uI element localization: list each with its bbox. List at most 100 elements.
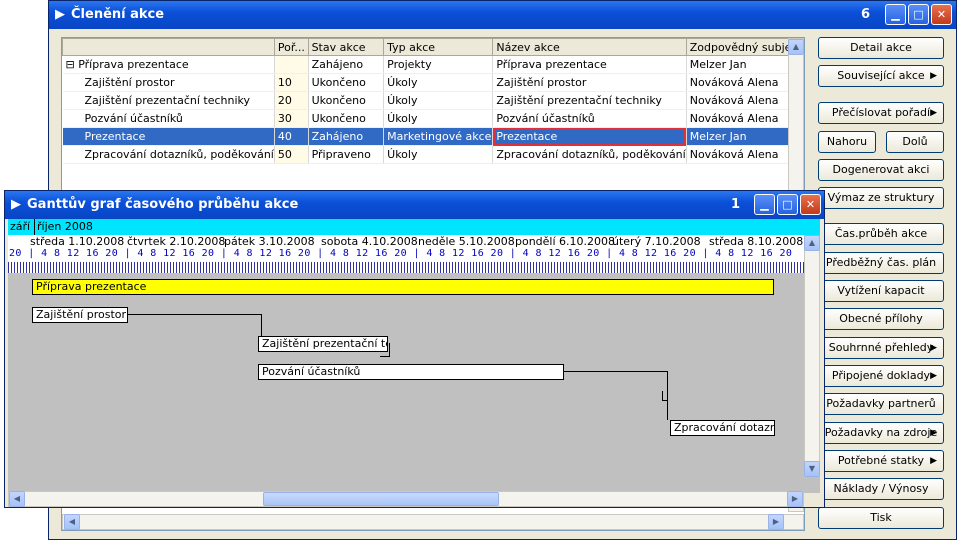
- remove-button[interactable]: Výmaz ze struktury: [818, 187, 944, 209]
- row-owner: Nováková Alena: [686, 109, 805, 128]
- row-order: 40: [274, 127, 309, 146]
- partners-button[interactable]: Požadavky partnerů: [818, 393, 944, 415]
- gantt-bar-summary[interactable]: Příprava prezentace: [32, 279, 774, 295]
- row-owner: Melzer Jan: [686, 127, 805, 146]
- main-window-title: Členění akce: [71, 7, 165, 22]
- maximize-icon[interactable]: □: [777, 194, 798, 215]
- gantt-bar[interactable]: Pozvání účastníků: [258, 364, 564, 380]
- day-header: středa 1.10.2008 čtvrtek 2.10.2008 pátek…: [8, 235, 820, 248]
- close-icon[interactable]: ✕: [800, 194, 821, 215]
- row-type: Úkoly: [383, 145, 494, 164]
- time-ruler: [8, 262, 820, 273]
- resources-button[interactable]: Požadavky na zdroje ▶: [818, 422, 944, 444]
- submenu-arrow-icon: ▶: [930, 428, 937, 438]
- row-title[interactable]: Prezentace: [492, 127, 687, 146]
- attachments-button[interactable]: Obecné přílohy: [818, 308, 944, 330]
- gantt-bar[interactable]: Zajištění prezentační tech: [258, 336, 388, 352]
- column-header[interactable]: Název akce: [492, 38, 687, 56]
- collapse-icon[interactable]: ⊟: [66, 58, 75, 71]
- row-type: Marketingové akce: [383, 127, 494, 146]
- row-name: Příprava prezentace: [78, 58, 189, 71]
- column-header[interactable]: Poř...: [273, 38, 309, 56]
- gantt-window: ▶ Ganttův graf časového průběhu akce 1 ▁…: [4, 190, 825, 508]
- row-type: Projekty: [383, 55, 494, 74]
- column-header[interactable]: Stav akce: [307, 38, 385, 56]
- day-label: čtvrtek 2.10.2008: [127, 235, 226, 248]
- table-row[interactable]: Zajištění prezentační techniky 20 Ukonče…: [62, 91, 805, 110]
- prelim-plan-button[interactable]: Předběžný čas. plán: [818, 252, 944, 274]
- hour-header: 20 | 4 8 12 16 20 | 4 8 12 16 20 | 4 8 1…: [8, 248, 820, 262]
- scrollbar-thumb[interactable]: [263, 492, 499, 506]
- scroll-up-icon[interactable]: ▲: [804, 235, 820, 251]
- row-name: Zajištění prostor: [62, 73, 275, 92]
- day-label: neděle 5.10.2008: [418, 235, 515, 248]
- row-owner: Melzer Jan: [686, 55, 805, 74]
- month-label: říjen 2008: [37, 220, 93, 233]
- row-name: Zajištění prezentační techniky: [62, 91, 275, 110]
- summary-button[interactable]: Souhrnné přehledy ▶: [818, 337, 944, 359]
- capacity-button[interactable]: Vytížení kapacit: [818, 280, 944, 302]
- goods-button-label: Potřebné statky: [837, 454, 925, 467]
- scroll-down-icon[interactable]: ▼: [804, 461, 820, 477]
- column-header[interactable]: [62, 38, 275, 56]
- up-button-label: Nahoru: [826, 135, 868, 148]
- row-name: Zpracování dotazníků, poděkování: [62, 145, 275, 164]
- dependency-line: [380, 343, 390, 357]
- window-menu-icon[interactable]: ▶: [55, 7, 65, 22]
- row-title: Zajištění prostor: [492, 73, 687, 92]
- gantt-bar[interactable]: Zajištění prostor: [32, 307, 128, 323]
- down-button[interactable]: Dolů: [886, 131, 944, 153]
- table-row[interactable]: Zpracování dotazníků, poděkování 50 Přip…: [62, 145, 805, 164]
- summary-button-label: Souhrnné přehledy: [828, 341, 934, 354]
- detail-button[interactable]: Detail akce: [818, 37, 944, 59]
- scroll-right-icon[interactable]: ▶: [768, 514, 784, 530]
- day-label: pátek 3.10.2008: [224, 235, 315, 248]
- scroll-left-icon[interactable]: ◀: [64, 514, 80, 530]
- horizontal-scrollbar[interactable]: [62, 514, 804, 530]
- maximize-icon[interactable]: □: [908, 4, 929, 25]
- main-titlebar[interactable]: ▶ Členění akce 6 ▁ □ ✕: [49, 1, 956, 29]
- column-header[interactable]: Zodpovědný subjekt: [685, 38, 805, 56]
- row-status: Zahájeno: [308, 127, 385, 146]
- renumber-button[interactable]: Přečíslovat pořadí ▶: [818, 102, 944, 124]
- docs-button-label: Připojené doklady: [831, 369, 931, 382]
- row-title: Příprava prezentace: [492, 55, 687, 74]
- close-icon[interactable]: ✕: [931, 4, 952, 25]
- costs-button[interactable]: Náklady / Výnosy: [818, 478, 944, 500]
- gantt-vertical-scrollbar[interactable]: [804, 235, 820, 477]
- row-status: Ukončeno: [308, 91, 385, 110]
- timeline-button[interactable]: Čas.průběh akce: [818, 223, 944, 245]
- scroll-up-icon[interactable]: ▲: [788, 39, 804, 55]
- scroll-left-icon[interactable]: ◀: [9, 491, 25, 507]
- gantt-bar[interactable]: Zpracování dotazníků: [670, 420, 775, 436]
- structure-table: Poř... Stav akce Typ akce Název akce Zod…: [62, 38, 805, 164]
- table-row[interactable]: Zajištění prostor 10 Ukončeno Úkoly Zaji…: [62, 73, 805, 92]
- partners-button-label: Požadavky partnerů: [826, 397, 936, 410]
- table-row[interactable]: ⊟ Příprava prezentace Zahájeno Projekty …: [62, 55, 805, 74]
- scroll-right-icon[interactable]: ▶: [787, 491, 803, 507]
- generate-button[interactable]: Dogenerovat akci: [818, 159, 944, 181]
- remove-button-label: Výmaz ze struktury: [827, 191, 935, 204]
- window-menu-icon[interactable]: ▶: [11, 197, 21, 212]
- column-header[interactable]: Typ akce: [383, 38, 494, 56]
- row-name: Pozvání účastníků: [62, 109, 275, 128]
- minimize-icon[interactable]: ▁: [754, 194, 775, 215]
- gantt-chart-area: září říjen 2008 středa 1.10.2008 čtvrtek…: [8, 219, 820, 493]
- table-row[interactable]: Pozvání účastníků 30 Ukončeno Úkoly Pozv…: [62, 109, 805, 128]
- print-button[interactable]: Tisk: [818, 507, 944, 529]
- goods-button[interactable]: Potřebné statky ▶: [818, 450, 944, 472]
- costs-button-label: Náklady / Výnosy: [833, 482, 929, 495]
- up-button[interactable]: Nahoru: [818, 131, 876, 153]
- resources-button-label: Požadavky na zdroje: [824, 426, 938, 439]
- table-row-selected[interactable]: Prezentace 40 Zahájeno Marketingové akce…: [62, 127, 805, 146]
- gantt-titlebar[interactable]: ▶ Ganttův graf časového průběhu akce 1 ▁…: [5, 191, 824, 219]
- table-header: Poř... Stav akce Typ akce Název akce Zod…: [62, 38, 805, 56]
- minimize-icon[interactable]: ▁: [885, 4, 906, 25]
- gantt-window-title: Ganttův graf časového průběhu akce: [27, 197, 299, 212]
- day-label: úterý 7.10.2008: [612, 235, 701, 248]
- docs-button[interactable]: Připojené doklady ▶: [818, 365, 944, 387]
- dependency-line: [662, 391, 668, 401]
- related-button[interactable]: Související akce ▶: [818, 65, 944, 87]
- dependency-line: [128, 314, 262, 336]
- submenu-arrow-icon: ▶: [930, 71, 937, 81]
